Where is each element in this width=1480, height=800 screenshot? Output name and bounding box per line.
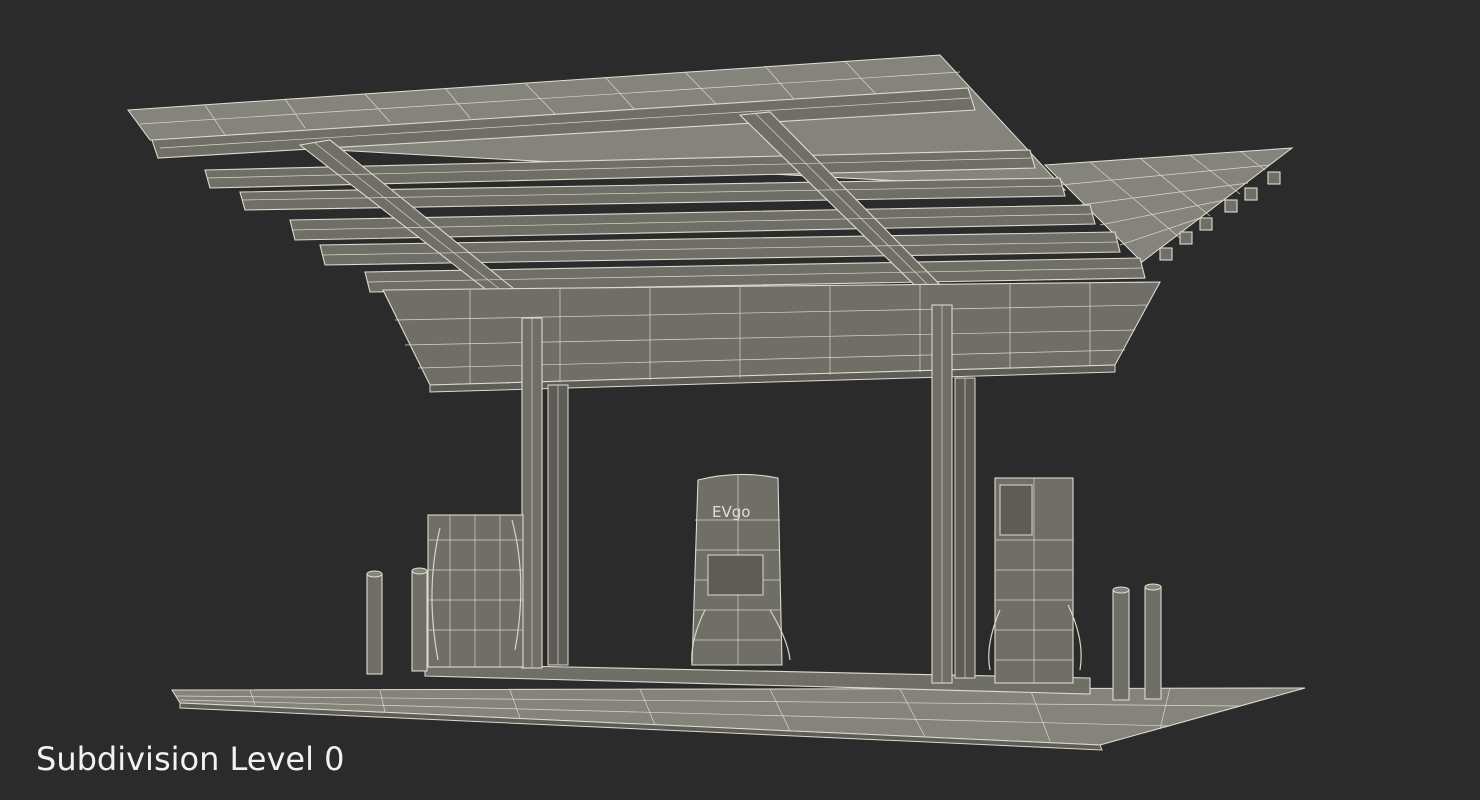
charger-left xyxy=(427,514,524,668)
subdivision-level-caption: Subdivision Level 0 xyxy=(36,740,345,778)
dispenser-brand-label: EVgo xyxy=(712,503,750,521)
charging-station-wireframe-render: EVgo xyxy=(127,54,1306,751)
charger-right xyxy=(988,477,1082,684)
canopy-fascia xyxy=(382,281,1161,393)
render-viewport: EVgo Subdivision Level 0 xyxy=(0,0,1480,800)
charger-center: EVgo xyxy=(691,473,791,666)
ground-slab xyxy=(171,663,1306,751)
